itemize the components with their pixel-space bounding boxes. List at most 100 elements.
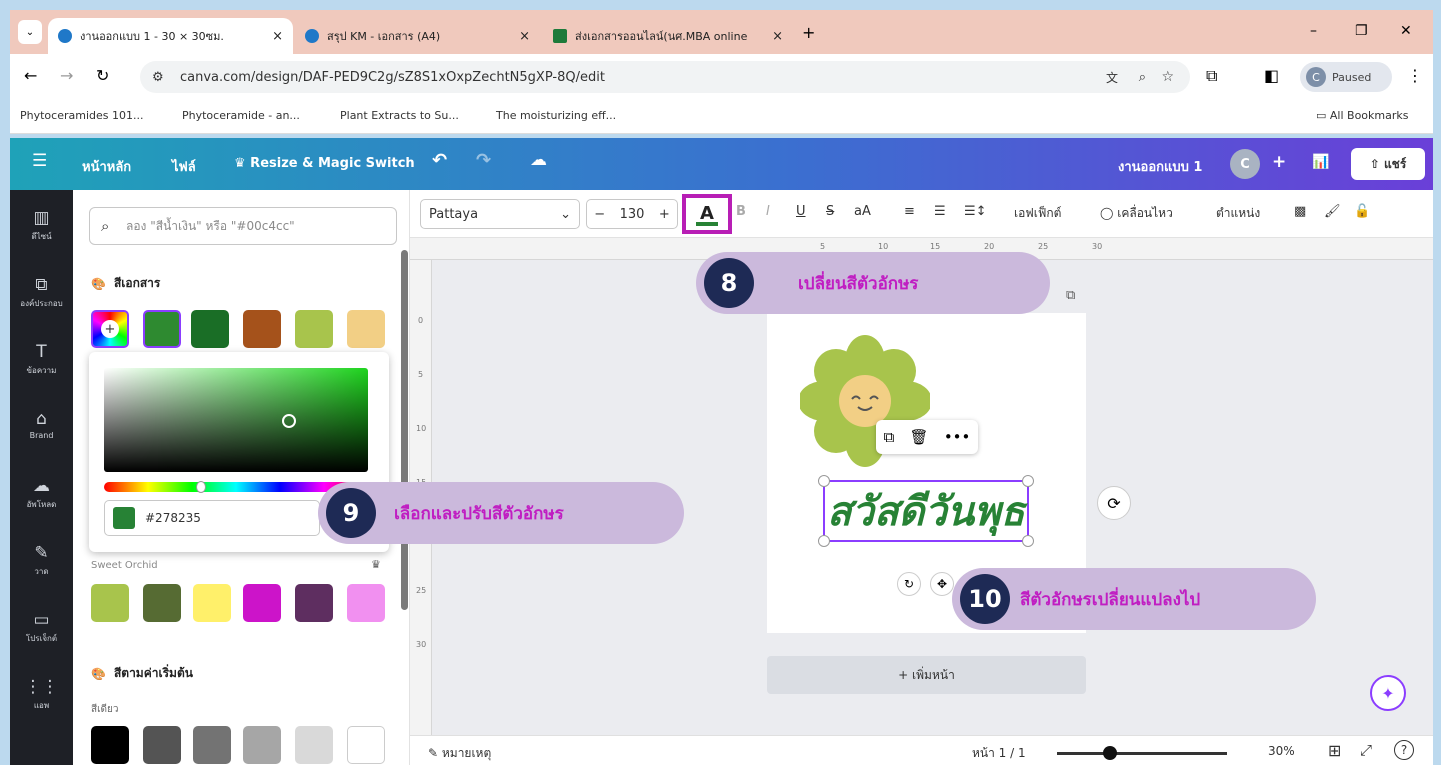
grid-view-icon[interactable]: ⊞ [1328, 741, 1341, 760]
saturation-area[interactable] [104, 368, 368, 472]
new-tab-button[interactable]: + [802, 23, 815, 42]
zoom-level[interactable]: 30% [1268, 744, 1295, 758]
window-close-button[interactable]: ✕ [1400, 23, 1412, 39]
bold-button[interactable]: B [736, 204, 746, 219]
increase-size-button[interactable]: + [659, 207, 670, 222]
palette-swatch-4[interactable] [243, 584, 281, 622]
palette-swatch-2[interactable] [143, 584, 181, 622]
zoom-slider-knob[interactable] [1103, 746, 1117, 760]
list-button[interactable]: ☰ [934, 204, 946, 219]
font-family-select[interactable]: Pattaya ⌄ [420, 199, 580, 229]
bookmark-item[interactable]: Plant Extracts to Su... [340, 109, 459, 122]
letter-case-button[interactable]: aA [854, 204, 871, 219]
hex-input[interactable]: #278235 [104, 500, 320, 536]
browser-menu-icon[interactable]: ⋮ [1407, 66, 1423, 85]
tab-close-icon[interactable]: × [772, 29, 783, 44]
reload-icon[interactable]: ↻ [96, 66, 109, 85]
tab-sheet[interactable]: ส่งเอกสารออนไลน์(นศ.MBA online × [543, 18, 793, 54]
solid-swatch-6[interactable] [347, 726, 385, 764]
duplicate-page-icon[interactable]: ⧉ [1066, 288, 1075, 303]
resize-handle[interactable] [818, 475, 830, 487]
palette-swatch-5[interactable] [295, 584, 333, 622]
tab-close-icon[interactable]: × [272, 29, 283, 44]
rail-item-text[interactable]: T ข้อความ [10, 342, 73, 377]
move-handle-icon[interactable]: ✥ [930, 572, 954, 596]
forward-arrow-icon[interactable]: → [60, 66, 73, 85]
copy-icon[interactable]: ⧉ [884, 428, 895, 446]
rail-item-apps[interactable]: ⋮⋮ แอพ [10, 677, 73, 712]
zoom-icon[interactable]: ⌕ [1139, 70, 1146, 85]
back-arrow-icon[interactable]: ← [24, 66, 37, 85]
strikethrough-button[interactable]: S [826, 204, 834, 219]
color-search-input[interactable]: ⌕ ลอง "สีน้ำเงิน" หรือ "#00c4cc" [89, 207, 397, 245]
doc-color-swatch-5[interactable] [347, 310, 385, 348]
selected-text-element[interactable]: สวัสดีวันพุธ [823, 480, 1029, 542]
tab-search-button[interactable]: ⌄ [18, 20, 42, 44]
address-bar[interactable]: ⚙ canva.com/design/DAF-PED9C2g/sZ8S1xOxp… [140, 61, 1190, 93]
user-avatar[interactable]: C [1230, 149, 1260, 179]
transparency-icon[interactable]: ▩ [1294, 204, 1306, 219]
effects-button[interactable]: เอฟเฟ็กต์ [1014, 204, 1061, 223]
rotate-handle-icon[interactable]: ↻ [897, 572, 921, 596]
home-link[interactable]: หน้าหลัก [82, 156, 131, 177]
file-menu[interactable]: ไฟล์ [172, 156, 196, 177]
font-color-button[interactable]: A [682, 194, 732, 234]
zoom-slider[interactable] [1057, 752, 1227, 755]
trash-icon[interactable]: 🗑 [910, 428, 929, 446]
italic-button[interactable]: I [766, 204, 770, 219]
insights-chart-icon[interactable]: 📊 [1312, 154, 1329, 170]
translate-icon[interactable]: 文 [1106, 69, 1118, 86]
rail-item-uploads[interactable]: ☁ อัพโหลด [10, 476, 73, 511]
font-size-value[interactable]: 130 [620, 207, 645, 222]
all-bookmarks-link[interactable]: ▭ All Bookmarks [1316, 109, 1408, 122]
extensions-icon[interactable]: ⧉ [1206, 66, 1217, 86]
help-icon[interactable]: ? [1394, 740, 1414, 760]
animate-button[interactable]: ◯ เคลื่อนไหว [1100, 204, 1173, 223]
magic-assistant-icon[interactable]: ✦ [1370, 675, 1406, 711]
bookmark-star-icon[interactable]: ☆ [1161, 69, 1174, 85]
doc-color-swatch-3[interactable] [243, 310, 281, 348]
notes-button[interactable]: ✎ หมายเหตุ [428, 744, 491, 763]
bookmark-item[interactable]: The moisturizing eff... [496, 109, 616, 122]
decrease-size-button[interactable]: − [594, 207, 605, 222]
solid-swatch-1[interactable] [91, 726, 129, 764]
resize-handle[interactable] [818, 535, 830, 547]
doc-color-swatch-4[interactable] [295, 310, 333, 348]
add-color-button[interactable]: + [91, 310, 129, 348]
rail-item-draw[interactable]: ✎ วาด [10, 543, 73, 578]
refresh-icon[interactable]: ⟳ [1097, 486, 1131, 520]
bookmark-item[interactable]: Phytoceramides 101... [20, 109, 143, 122]
font-size-stepper[interactable]: − 130 + [586, 199, 678, 229]
add-collaborator-icon[interactable]: + [1272, 152, 1286, 172]
doc-color-swatch-1[interactable] [143, 310, 181, 348]
site-info-icon[interactable]: ⚙ [152, 70, 164, 85]
rail-item-brand[interactable]: ⌂ Brand [10, 409, 73, 440]
palette-swatch-1[interactable] [91, 584, 129, 622]
panel-scrollbar[interactable] [401, 250, 408, 610]
window-minimize-button[interactable]: – [1310, 23, 1317, 39]
bookmark-item[interactable]: Phytoceramide - an... [182, 109, 300, 122]
more-options-icon[interactable]: ••• [944, 428, 971, 446]
resize-handle[interactable] [1022, 475, 1034, 487]
tab-canva-design[interactable]: งานออกแบบ 1 - 30 × 30ซม. × [48, 18, 293, 54]
doc-color-swatch-2[interactable] [191, 310, 229, 348]
copy-style-icon[interactable]: 🖌 [1324, 204, 1341, 219]
palette-swatch-6[interactable] [347, 584, 385, 622]
fullscreen-icon[interactable]: ⤢ [1360, 741, 1372, 759]
side-panel-icon[interactable]: ◧ [1264, 66, 1279, 85]
spacing-button[interactable]: ☰↕ [964, 204, 987, 219]
solid-swatch-2[interactable] [143, 726, 181, 764]
palette-swatch-3[interactable] [193, 584, 231, 622]
solid-swatch-4[interactable] [243, 726, 281, 764]
hamburger-menu-icon[interactable]: ☰ [32, 151, 47, 171]
cloud-save-icon[interactable]: ☁ [530, 150, 547, 170]
share-button[interactable]: ⇧ แชร์ [1351, 148, 1425, 180]
picker-handle[interactable] [282, 414, 296, 428]
redo-icon[interactable]: ↷ [476, 150, 491, 171]
resize-handle[interactable] [1022, 535, 1034, 547]
add-page-button[interactable]: + เพิ่มหน้า [767, 656, 1086, 694]
align-button[interactable]: ≡ [904, 204, 915, 219]
solid-swatch-3[interactable] [193, 726, 231, 764]
solid-swatch-5[interactable] [295, 726, 333, 764]
underline-button[interactable]: U [796, 204, 806, 219]
